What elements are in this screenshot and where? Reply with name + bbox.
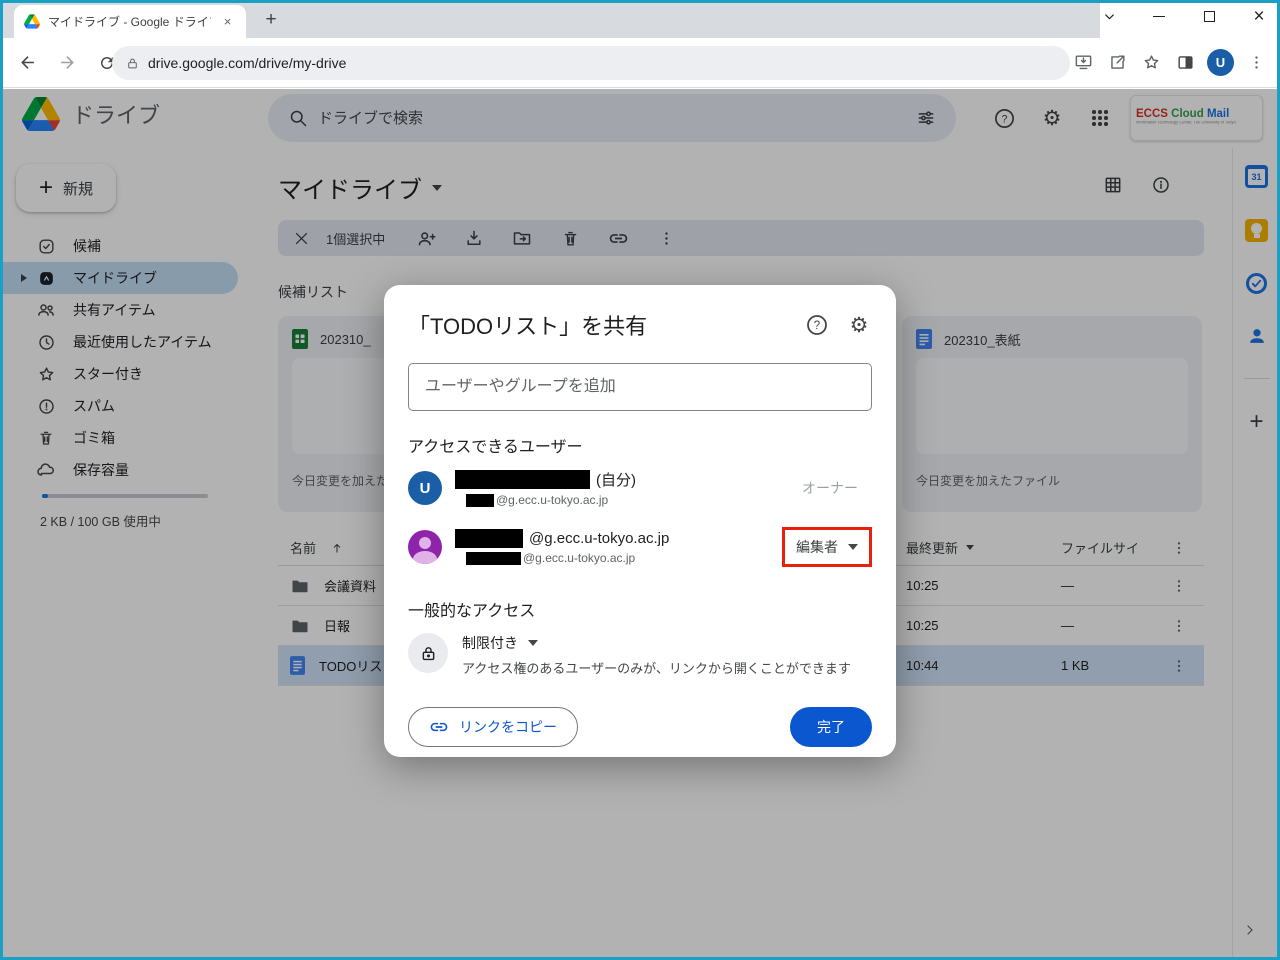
user-email-domain: @g.ecc.u-tokyo.ac.jp — [496, 493, 608, 507]
role-dropdown-editor[interactable]: 編集者 — [782, 527, 872, 567]
role-label: 編集者 — [796, 537, 838, 557]
copy-link-button[interactable]: リンクをコピー — [408, 707, 578, 747]
new-tab-button[interactable]: + — [258, 7, 284, 33]
browser-menu-kebab-icon[interactable] — [1240, 46, 1272, 78]
window-maximize-button[interactable] — [1196, 4, 1222, 30]
window-menu-chevron-icon[interactable] — [1096, 4, 1122, 30]
browser-address-bar: drive.google.com/drive/my-drive U — [0, 38, 1280, 88]
drive-favicon-icon — [24, 14, 40, 29]
url-bar[interactable]: drive.google.com/drive/my-drive — [112, 46, 1070, 80]
add-people-input[interactable] — [408, 363, 872, 411]
people-with-access-header: アクセスできるユーザー — [408, 433, 872, 457]
owner-role-label: オーナー — [802, 478, 872, 498]
restricted-lock-icon — [408, 633, 448, 673]
access-caret-icon — [528, 640, 538, 646]
dialog-settings-gear-icon[interactable]: ⚙ — [846, 312, 872, 338]
tab-title: マイドライブ - Google ドライブ — [48, 13, 211, 30]
redacted-email — [466, 494, 494, 507]
url-text: drive.google.com/drive/my-drive — [148, 55, 346, 71]
browser-tab[interactable]: マイドライブ - Google ドライブ × — [14, 5, 246, 38]
user-self-suffix: (自分) — [596, 469, 636, 490]
redacted-name — [455, 470, 590, 489]
access-description: アクセス権のあるユーザーのみが、リンクから開くことができます — [462, 658, 851, 677]
side-panel-icon[interactable] — [1169, 46, 1201, 78]
owner-avatar: U — [408, 471, 442, 505]
back-icon[interactable] — [10, 46, 44, 80]
window-minimize-button[interactable] — [1146, 4, 1172, 30]
tab-close-icon[interactable]: × — [219, 13, 236, 30]
dialog-help-icon[interactable]: ? — [804, 312, 830, 338]
forward-icon[interactable] — [50, 46, 84, 80]
done-button[interactable]: 完了 — [790, 707, 872, 747]
https-lock-icon[interactable] — [126, 57, 139, 70]
share-dialog: 「TODOリスト」を共有 ? ⚙ アクセスできるユーザー U (自分) @g.e… — [384, 285, 896, 757]
user-email-domain: @g.ecc.u-tokyo.ac.jp — [523, 551, 635, 565]
window-close-button[interactable]: × — [1246, 4, 1272, 30]
access-user-row[interactable]: U (自分) @g.ecc.u-tokyo.ac.jp オーナー — [408, 461, 872, 515]
redacted-name — [455, 529, 523, 548]
general-access-header: 一般的なアクセス — [408, 597, 872, 621]
collaborator-avatar — [408, 530, 442, 564]
access-user-row[interactable]: @g.ecc.u-tokyo.ac.jp @g.ecc.u-tokyo.ac.j… — [408, 519, 872, 575]
browser-profile-avatar[interactable]: U — [1207, 49, 1234, 76]
role-caret-icon — [848, 544, 858, 550]
install-app-icon[interactable] — [1067, 46, 1099, 78]
browser-tab-strip: マイドライブ - Google ドライブ × + × — [0, 0, 1280, 38]
user-email-domain: @g.ecc.u-tokyo.ac.jp — [529, 530, 669, 547]
general-access-dropdown[interactable]: 制限付き — [462, 633, 851, 653]
redacted-email — [466, 552, 521, 565]
svg-text:?: ? — [814, 320, 820, 332]
share-page-icon[interactable] — [1101, 46, 1133, 78]
dialog-title: 「TODOリスト」を共有 — [408, 309, 788, 341]
bookmark-star-icon[interactable] — [1135, 46, 1167, 78]
